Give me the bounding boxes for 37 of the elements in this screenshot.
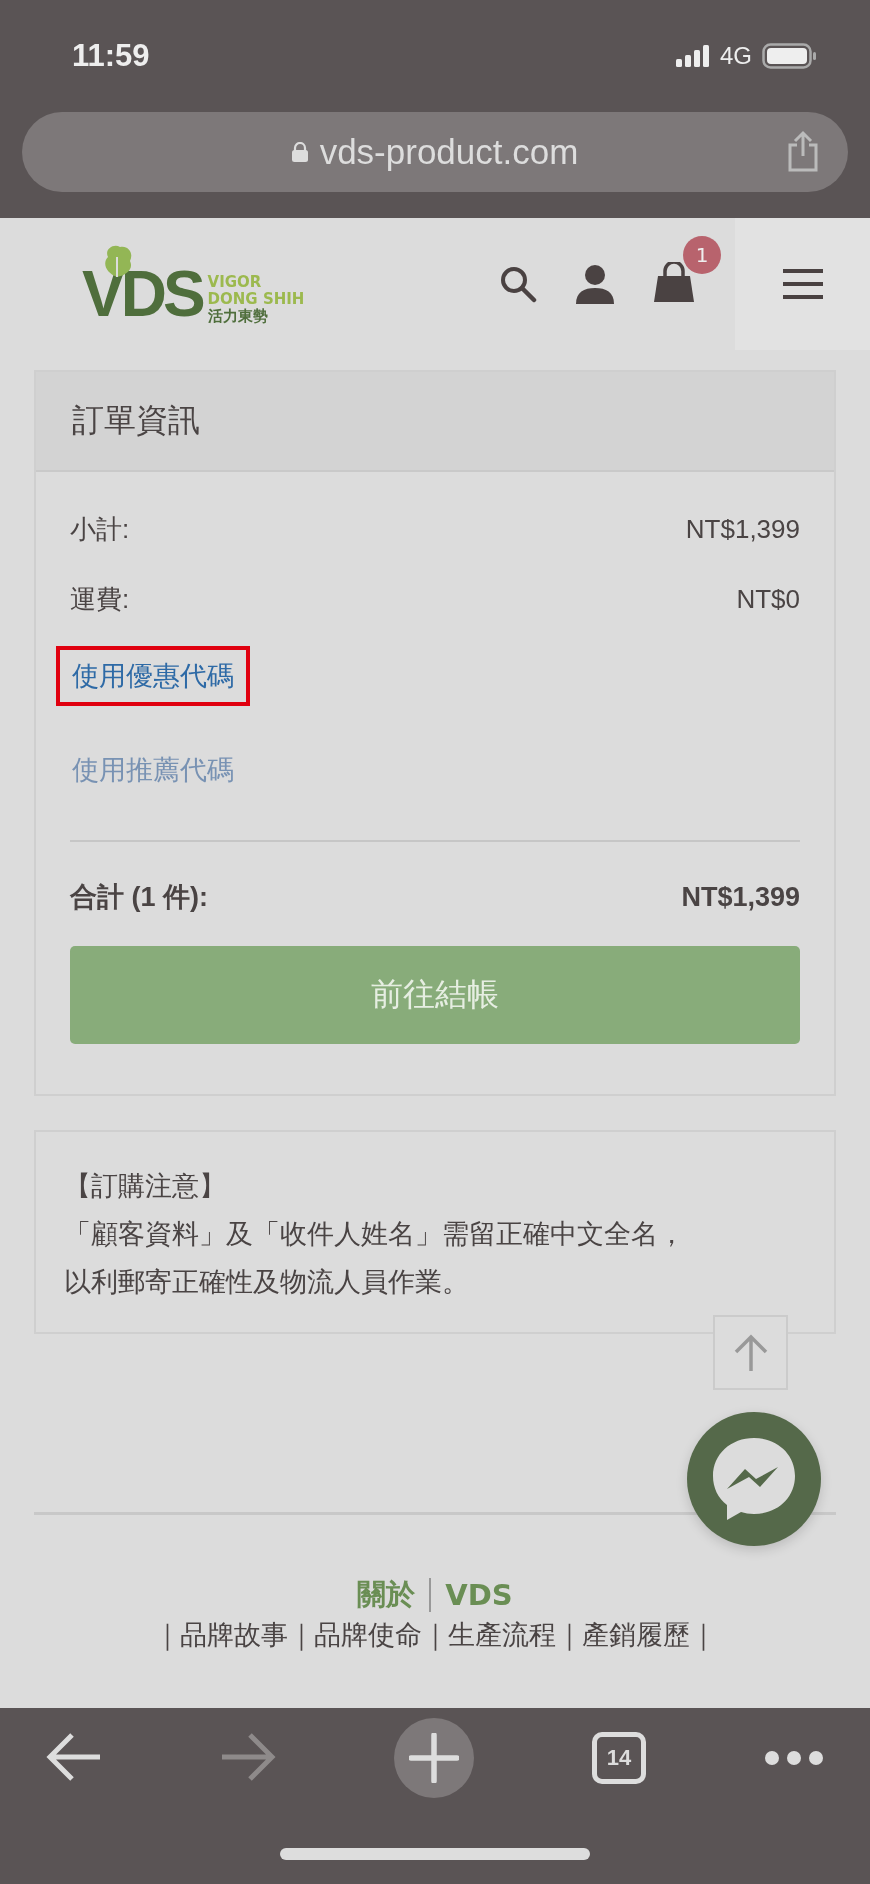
battery-icon bbox=[762, 43, 818, 69]
plus-icon bbox=[409, 1733, 459, 1783]
notice-text: 以利郵寄正確性及物流人員作業。 bbox=[64, 1265, 470, 1299]
footer-heading: 關於 bbox=[357, 1576, 416, 1613]
footer-links: ｜品牌故事｜品牌使命｜生產流程｜產銷履歷｜ bbox=[154, 1618, 716, 1653]
search-icon[interactable] bbox=[499, 265, 537, 303]
arrow-up-icon bbox=[732, 1332, 769, 1373]
summary-value: NT$0 bbox=[736, 583, 800, 615]
address-bar[interactable]: vds-product.com bbox=[22, 112, 848, 192]
logo-tagline: VIGOR bbox=[207, 274, 263, 291]
back-icon[interactable] bbox=[46, 1732, 102, 1782]
total-label: 合計 (1 件): bbox=[70, 881, 208, 914]
summary-value: NT$1,399 bbox=[685, 513, 800, 545]
code-link[interactable]: 使用推薦代碼 bbox=[56, 740, 250, 800]
status-time: 11:59 bbox=[72, 38, 150, 74]
summary-label: 運費: bbox=[70, 582, 130, 616]
menu-icon[interactable] bbox=[781, 268, 824, 300]
tab-count-button[interactable]: 14 bbox=[592, 1732, 646, 1784]
card-title: 訂單資訊 bbox=[72, 400, 200, 441]
checkout-button[interactable]: 前往結帳 bbox=[70, 946, 800, 1044]
footer-heading: VDS bbox=[445, 1578, 513, 1612]
total-value: NT$1,399 bbox=[681, 881, 800, 913]
network-label: 4G bbox=[720, 42, 752, 70]
notice-title: 【訂購注意】 bbox=[64, 1169, 227, 1203]
more-icon[interactable] bbox=[764, 1750, 824, 1766]
signal-icon bbox=[676, 45, 710, 67]
notice-text: 「顧客資料」及「收件人姓名」需留正確中文全名， bbox=[64, 1217, 686, 1251]
lock-icon bbox=[291, 142, 308, 162]
logo-tagline: DONG SHIH bbox=[207, 291, 305, 308]
logo-wordmark: VDS bbox=[82, 263, 202, 325]
user-icon[interactable] bbox=[575, 264, 615, 304]
summary-label: 小計: bbox=[70, 512, 130, 546]
cart-count-badge: 1 bbox=[683, 236, 721, 274]
logo-chinese-name: 活力東勢 bbox=[207, 308, 269, 325]
url-text: vds-product.com bbox=[319, 132, 579, 172]
code-link[interactable]: 使用優惠代碼 bbox=[56, 646, 250, 706]
shopping-bag-icon[interactable] bbox=[653, 262, 695, 302]
